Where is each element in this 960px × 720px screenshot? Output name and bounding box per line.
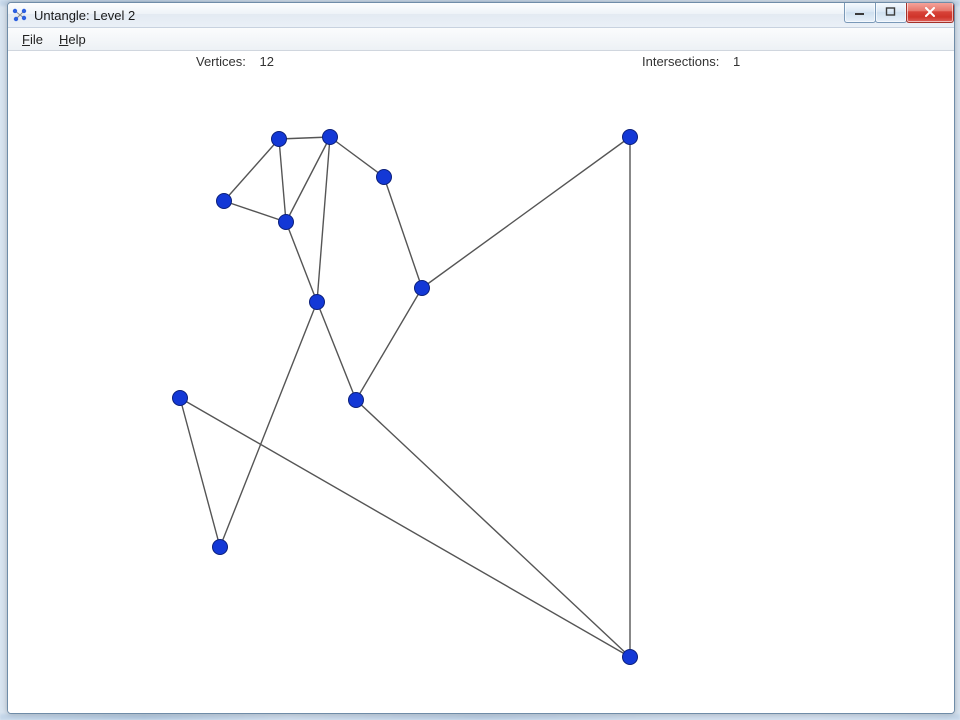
graph-vertex[interactable]	[272, 132, 287, 147]
graph-vertex[interactable]	[415, 281, 430, 296]
graph-vertex[interactable]	[213, 540, 228, 555]
graph-vertex[interactable]	[279, 215, 294, 230]
minimize-icon	[854, 7, 866, 17]
graph-edge	[180, 398, 220, 547]
intersections-label: Intersections:	[642, 54, 719, 69]
close-button[interactable]	[906, 2, 954, 23]
game-canvas[interactable]	[8, 71, 954, 713]
graph-edge	[422, 137, 630, 288]
graph-edge	[356, 288, 422, 400]
graph-edge	[317, 302, 356, 400]
graph-edge	[180, 398, 630, 657]
minimize-button[interactable]	[844, 2, 876, 23]
menubar: File Help	[8, 28, 954, 51]
graph-edge	[224, 201, 286, 222]
maximize-icon	[885, 7, 897, 17]
window-title: Untangle: Level 2	[34, 8, 135, 23]
close-icon	[923, 7, 937, 17]
graph-edge	[317, 137, 330, 302]
menu-file-mnemonic: F	[22, 32, 30, 47]
menu-help-rest: elp	[68, 32, 85, 47]
vertices-value: 12	[259, 54, 273, 69]
vertices-label: Vertices:	[196, 54, 246, 69]
graph-vertex[interactable]	[217, 194, 232, 209]
graph-svg	[8, 71, 954, 713]
graph-vertex[interactable]	[323, 130, 338, 145]
graph-edge	[330, 137, 384, 177]
graph-vertex[interactable]	[623, 130, 638, 145]
menu-file-rest: ile	[30, 32, 43, 47]
intersections-value: 1	[733, 54, 740, 69]
maximize-button[interactable]	[875, 2, 907, 23]
menu-help[interactable]: Help	[51, 30, 94, 49]
menu-file[interactable]: File	[14, 30, 51, 49]
graph-edge	[384, 177, 422, 288]
app-icon	[12, 7, 28, 23]
window-controls	[845, 2, 954, 23]
graph-edge	[220, 302, 317, 547]
graph-vertex[interactable]	[349, 393, 364, 408]
graph-vertex[interactable]	[310, 295, 325, 310]
graph-edge	[286, 222, 317, 302]
graph-edge	[224, 139, 279, 201]
titlebar[interactable]: Untangle: Level 2	[8, 3, 954, 28]
graph-vertex[interactable]	[173, 391, 188, 406]
menu-help-mnemonic: H	[59, 32, 68, 47]
graph-edge	[286, 137, 330, 222]
desktop-background	[0, 714, 960, 720]
graph-edge	[356, 400, 630, 657]
graph-edge	[279, 139, 286, 222]
graph-vertex[interactable]	[623, 650, 638, 665]
app-window: Untangle: Level 2 File Hel	[7, 2, 955, 714]
status-bar: Vertices: 12 Intersections: 1	[8, 51, 954, 71]
graph-vertex[interactable]	[377, 170, 392, 185]
